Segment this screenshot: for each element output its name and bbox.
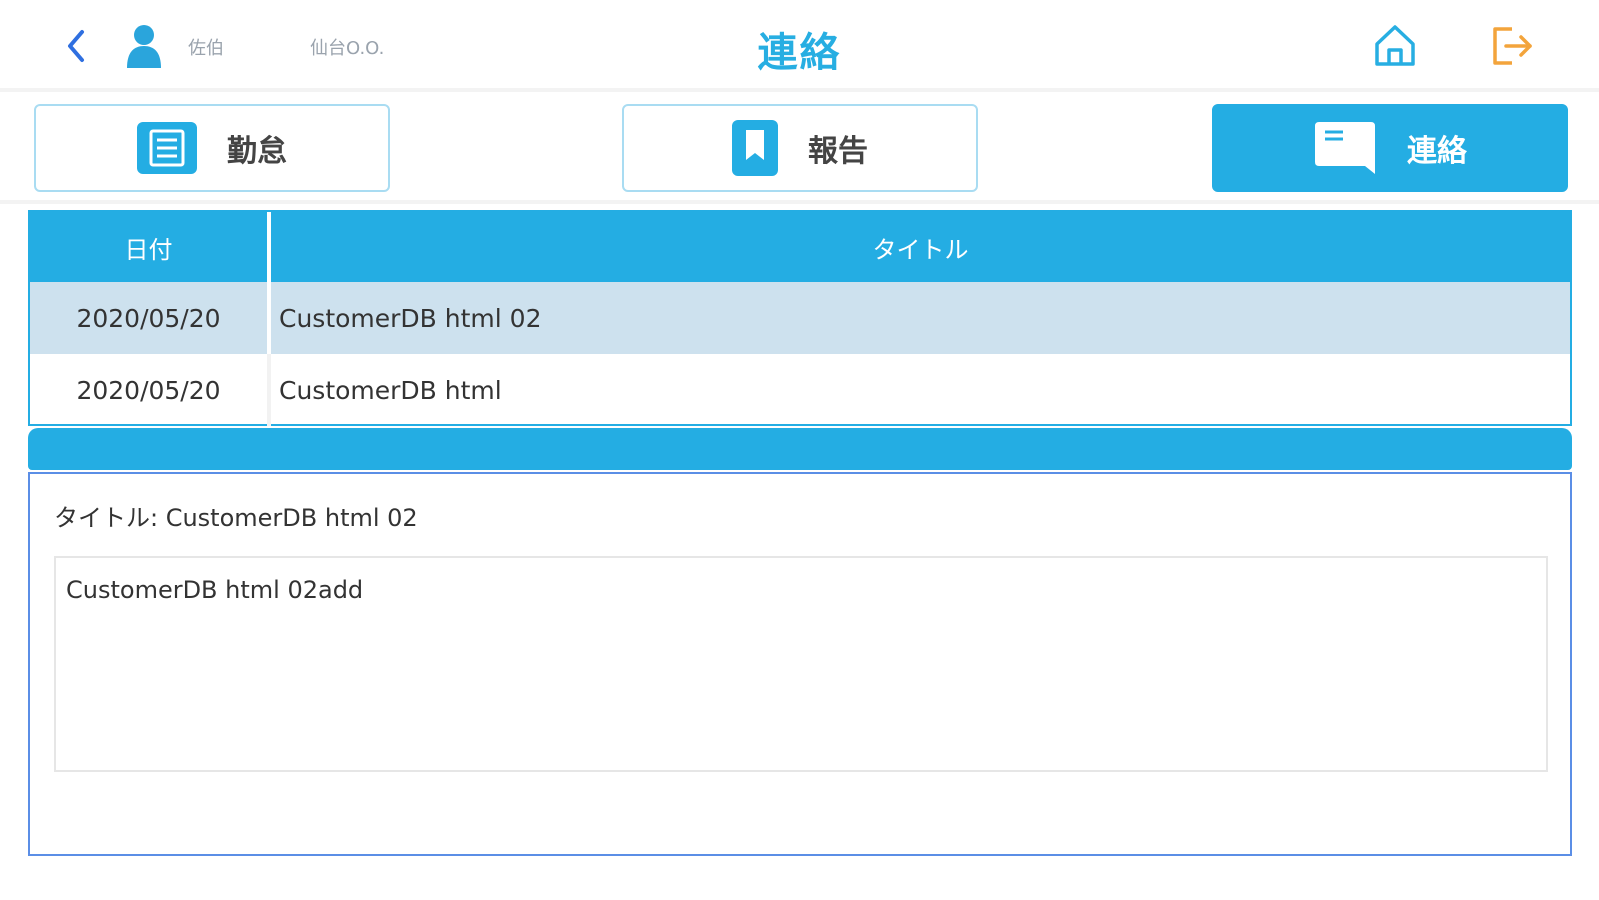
detail-body-text[interactable]: CustomerDB html 02add	[54, 556, 1548, 772]
message-detail: タイトル: CustomerDB html 02 CustomerDB html…	[28, 472, 1572, 856]
message-icon	[1315, 122, 1375, 174]
tab-attendance[interactable]: 勤怠	[34, 104, 390, 192]
tab-label: 報告	[808, 134, 868, 169]
bookmark-icon	[732, 120, 778, 176]
logout-icon[interactable]	[1490, 24, 1536, 68]
table-row[interactable]: 2020/05/20 CustomerDB html	[30, 354, 1570, 426]
row-title: CustomerDB html 02	[267, 282, 1570, 354]
table-header: 日付 タイトル	[30, 212, 1570, 282]
tab-contact[interactable]: 連絡	[1212, 104, 1568, 192]
column-header-date[interactable]: 日付	[30, 212, 267, 282]
home-icon[interactable]	[1372, 22, 1418, 68]
table-row[interactable]: 2020/05/20 CustomerDB html 02	[30, 282, 1570, 354]
tab-label: 連絡	[1407, 134, 1467, 169]
tab-report[interactable]: 報告	[622, 104, 978, 192]
message-table: 日付 タイトル 2020/05/20 CustomerDB html 02 20…	[28, 210, 1572, 426]
row-date: 2020/05/20	[76, 375, 221, 405]
column-header-title[interactable]: タイトル	[267, 212, 1570, 282]
row-date: 2020/05/20	[76, 303, 221, 333]
tab-bar: 勤怠 報告 連絡	[0, 96, 1599, 204]
list-icon	[137, 122, 197, 174]
tab-label: 勤怠	[227, 134, 287, 169]
row-title: CustomerDB html	[267, 354, 1570, 426]
page-title: 連絡	[757, 30, 842, 76]
detail-header-bar	[28, 428, 1572, 470]
app-header: 佐伯 仙台O.O. 連絡	[0, 0, 1599, 92]
detail-title: タイトル: CustomerDB html 02	[54, 504, 418, 532]
